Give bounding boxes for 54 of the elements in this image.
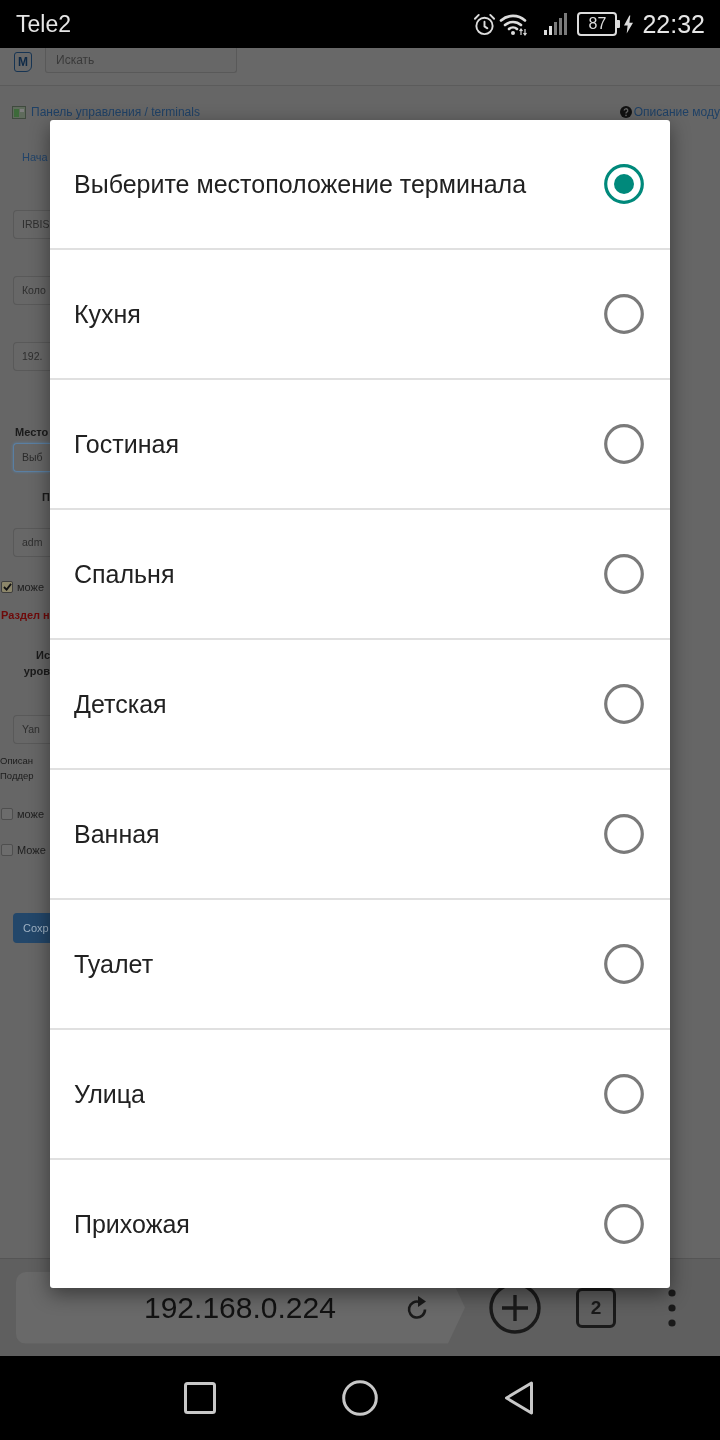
- field-label: Место: [15, 425, 49, 440]
- field-label: Ис уров: [22, 648, 50, 679]
- breadcrumb-link[interactable]: Панель управления / terminals: [31, 104, 200, 120]
- option-item[interactable]: Ванная: [50, 768, 670, 898]
- clock-time: 22:32: [642, 10, 705, 38]
- input-field[interactable]: Коло: [13, 276, 50, 305]
- carrier-name: Tele2: [16, 11, 71, 37]
- checkbox[interactable]: [1, 844, 13, 856]
- checkbox[interactable]: [1, 581, 13, 593]
- charging-bolt-icon: [624, 14, 634, 34]
- help-text: Поддер: [0, 769, 34, 783]
- checkbox[interactable]: [1, 808, 13, 820]
- panel-icon: [12, 105, 26, 119]
- field-label: П: [41, 490, 50, 505]
- radio-icon[interactable]: [604, 814, 644, 854]
- option-item[interactable]: Детская: [50, 638, 670, 768]
- site-logo[interactable]: M: [14, 52, 32, 72]
- option-item[interactable]: Спальня: [50, 508, 670, 638]
- save-button[interactable]: Сохр: [13, 913, 50, 943]
- option-item[interactable]: Выберите местоположение терминала: [50, 120, 670, 248]
- option-item[interactable]: Туалет: [50, 898, 670, 1028]
- help-link[interactable]: Описание моду: [633, 104, 720, 120]
- input-field[interactable]: Выб: [13, 443, 50, 472]
- radio-icon[interactable]: [604, 944, 644, 984]
- more-menu-icon[interactable]: [668, 1288, 676, 1327]
- home-icon[interactable]: [342, 1380, 378, 1416]
- option-item[interactable]: Улица: [50, 1028, 670, 1158]
- input-field[interactable]: IRBIS: [13, 210, 50, 239]
- tab[interactable]: Нача: [22, 151, 48, 163]
- alarm-clock-icon: [473, 12, 497, 36]
- radio-icon[interactable]: [604, 1074, 644, 1114]
- signal-icon: [544, 13, 569, 35]
- help-icon: [619, 106, 632, 118]
- input-field[interactable]: Yan: [13, 715, 50, 744]
- radio-icon[interactable]: [604, 164, 644, 204]
- radio-icon[interactable]: [604, 294, 644, 334]
- option-item[interactable]: Кухня: [50, 248, 670, 378]
- checkbox-label: може: [17, 807, 45, 821]
- option-item[interactable]: Прихожая: [50, 1158, 670, 1288]
- help-text: Описан: [0, 754, 34, 768]
- input-field[interactable]: adm: [13, 528, 50, 557]
- radio-icon[interactable]: [604, 1204, 644, 1244]
- radio-icon[interactable]: [604, 684, 644, 724]
- checkmark-icon: [2, 583, 12, 591]
- error-text: Раздел н: [1, 608, 50, 622]
- wifi-icon: [499, 12, 530, 36]
- checkbox-label: може: [17, 580, 45, 594]
- radio-icon[interactable]: [604, 554, 644, 594]
- recents-icon[interactable]: [184, 1382, 216, 1414]
- checkbox-label: Може: [17, 843, 46, 857]
- battery-indicator: 87: [577, 12, 621, 36]
- radio-icon[interactable]: [604, 424, 644, 464]
- back-icon[interactable]: [504, 1381, 534, 1415]
- option-item[interactable]: Гостиная: [50, 378, 670, 508]
